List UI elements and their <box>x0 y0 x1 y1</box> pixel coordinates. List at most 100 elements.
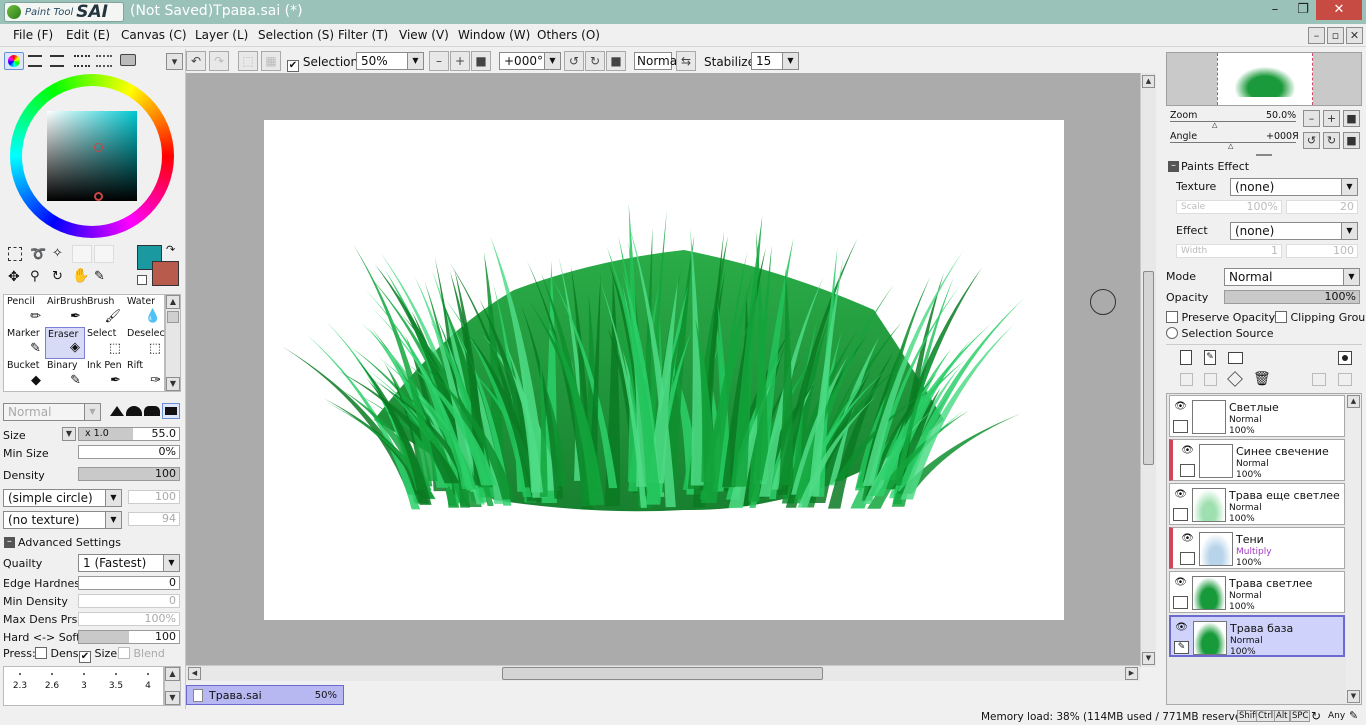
hard-soft-slider[interactable]: 100 <box>78 630 180 644</box>
effect-width-slider[interactable]: Width 1 <box>1176 244 1282 258</box>
rect-select-icon[interactable] <box>8 247 22 261</box>
texture-scale-slider[interactable]: Scale 100% <box>1176 200 1282 214</box>
press-blend-checkbox[interactable]: Blend <box>118 647 165 660</box>
press-size-checkbox[interactable]: ✔ Size <box>79 647 117 663</box>
brush-texture-amount[interactable]: 94 <box>128 512 180 526</box>
quality-dropdown[interactable]: 1 (Fastest) ▼ <box>78 554 180 572</box>
doc-restore-button[interactable]: ▫ <box>1327 27 1344 44</box>
eye-icon[interactable]: 👁 <box>1173 401 1188 413</box>
new-linework-layer-icon[interactable]: ✎ <box>1204 350 1216 365</box>
minimize-button[interactable]: – <box>1262 0 1288 20</box>
tool-brush[interactable]: Brush 🖌 <box>85 295 125 327</box>
nav-zoom-slider[interactable]: △ <box>1170 121 1296 129</box>
eye-icon[interactable]: 👁 <box>1173 489 1188 501</box>
brush-size-preset[interactable]: 2.3 <box>4 671 36 691</box>
vertical-scroll-thumb[interactable] <box>1143 271 1154 465</box>
clipping-group-checkbox[interactable]: Clipping Group <box>1275 311 1366 324</box>
tool-rift[interactable]: Rift ✑ <box>125 359 165 391</box>
effect-strength-slider[interactable]: 100 <box>1286 244 1358 258</box>
layer-lock-box[interactable] <box>1173 596 1188 609</box>
color-wheel-tab[interactable] <box>4 52 24 70</box>
view-blend-dropdown[interactable]: Normal <box>634 52 680 70</box>
new-layer-icon[interactable] <box>1180 350 1192 365</box>
redo-button[interactable]: ↷ <box>209 51 229 71</box>
delete-layer-icon[interactable]: 🗑 <box>1253 371 1271 387</box>
deselect-button[interactable]: ⬚ <box>238 51 258 71</box>
tool-grid-scrollbar[interactable]: ▲ ▼ <box>165 294 181 392</box>
layer-lock-box[interactable] <box>1173 508 1188 521</box>
brush-size-preset[interactable]: 3.5 <box>100 671 132 691</box>
angle-dropdown[interactable]: +000° ▼ <box>499 52 561 70</box>
menu-window[interactable]: Window (W) <box>458 28 530 42</box>
transfer-down-icon[interactable] <box>1180 373 1193 386</box>
menu-others[interactable]: Others (O) <box>537 28 600 42</box>
max-dens-prs-slider[interactable]: 100% <box>78 612 180 626</box>
texture-dropdown[interactable]: (none) ▼ <box>1230 178 1358 196</box>
eye-icon[interactable]: 👁 <box>1180 445 1195 457</box>
flip-horizontal-button[interactable]: ⇆ <box>676 51 696 71</box>
brush-mode-dropdown[interactable]: Normal ▼ <box>3 403 101 421</box>
nav-angle-slider[interactable]: △ <box>1170 142 1296 150</box>
tool-select[interactable]: Select ⬚ <box>85 327 125 359</box>
delete-mask-icon[interactable] <box>1338 373 1352 386</box>
hue-ring[interactable] <box>10 74 174 238</box>
brush-tip-round-icon[interactable] <box>126 406 142 416</box>
layer-mode-dropdown[interactable]: Normal ▼ <box>1224 268 1360 286</box>
tool-bucket[interactable]: Bucket ◆ <box>5 359 45 391</box>
magic-wand-icon[interactable]: ✧ <box>52 246 63 261</box>
layer-item[interactable]: 👁 Трава светлее Normal 100% <box>1169 571 1345 613</box>
preserve-opacity-checkbox[interactable]: Preserve Opacity <box>1166 311 1275 324</box>
eyedropper-icon[interactable]: ✎ <box>94 269 105 284</box>
move-icon[interactable]: ✥ <box>8 269 20 285</box>
menu-layer[interactable]: Layer (L) <box>195 28 248 42</box>
effect-dropdown[interactable]: (none) ▼ <box>1230 222 1358 240</box>
maximize-button[interactable]: ❐ <box>1290 0 1316 20</box>
tool-eraser[interactable]: Eraser ◈ <box>45 327 85 359</box>
pen-icon[interactable]: ✎ <box>1174 641 1189 654</box>
canvas-paper[interactable] <box>264 120 1064 620</box>
collapse-icon[interactable]: – <box>4 537 15 548</box>
min-density-slider[interactable]: 0 <box>78 594 180 608</box>
brush-shape-amount[interactable]: 100 <box>128 490 180 504</box>
doc-minimize-button[interactable]: – <box>1308 27 1325 44</box>
eye-icon[interactable]: 👁 <box>1180 533 1195 545</box>
swatches-icon[interactable] <box>96 55 112 67</box>
tool-ink-pen[interactable]: Ink Pen ✒ <box>85 359 125 391</box>
brush-texture-dropdown[interactable]: (no texture) ▼ <box>3 511 122 529</box>
hsv-slider-icon[interactable] <box>50 55 64 67</box>
zoom-icon[interactable]: ⚲ <box>30 269 40 284</box>
panel-divider-grip[interactable] <box>1256 154 1272 156</box>
layer-item[interactable]: 👁 Трава еще светлее Normal 100% <box>1169 483 1345 525</box>
tool-pencil[interactable]: Pencil ✏ <box>5 295 45 327</box>
close-button[interactable]: ✕ <box>1316 0 1362 20</box>
zoom-reset-button[interactable]: ■ <box>471 51 491 71</box>
brush-size-preset[interactable]: 2.6 <box>36 671 68 691</box>
merge-down-icon[interactable] <box>1204 373 1217 386</box>
rotate-reset-button[interactable]: ■ <box>606 51 626 71</box>
tool-airbrush[interactable]: AirBrush ✒ <box>45 295 87 327</box>
layer-opacity-slider[interactable]: 100% <box>1224 290 1360 304</box>
tool-deselect[interactable]: Deselect ⬚ <box>125 327 168 359</box>
nav-zoom-reset-button[interactable]: ■ <box>1343 110 1360 127</box>
edge-hardness-slider[interactable]: 0 <box>78 576 180 590</box>
layer-item[interactable]: 👁 Синее свечение Normal 100% <box>1169 439 1345 481</box>
brush-tip-sharp-icon[interactable] <box>108 404 126 418</box>
selection-source-checkbox[interactable]: Selection Source <box>1166 327 1273 340</box>
size-slider[interactable]: x 1.0 55.0 <box>78 427 180 441</box>
hue-marker[interactable] <box>94 192 103 201</box>
eye-icon[interactable]: 👁 <box>1173 577 1188 589</box>
layer-lock-box[interactable] <box>1173 420 1188 433</box>
rotate-icon[interactable]: ↻ <box>52 269 63 284</box>
saturation-value-square[interactable] <box>47 111 137 201</box>
tool-water[interactable]: Water 💧 <box>125 295 165 327</box>
size-presets-scrollbar[interactable]: ▲ ▼ <box>164 666 181 706</box>
nav-rotate-right-button[interactable]: ↻ <box>1323 132 1340 149</box>
undo-button[interactable]: ↶ <box>186 51 206 71</box>
document-tab[interactable]: Трава.sai 50% <box>186 685 344 705</box>
brush-tip-flat-icon[interactable] <box>162 403 180 419</box>
swap-colors-icon[interactable]: ↷ <box>166 243 175 256</box>
brush-size-preset[interactable]: 3 <box>68 671 100 691</box>
texture-strength-slider[interactable]: 20 <box>1286 200 1358 214</box>
tool-marker[interactable]: Marker ✎ <box>5 327 45 359</box>
eye-icon[interactable]: 👁 <box>1174 622 1189 634</box>
